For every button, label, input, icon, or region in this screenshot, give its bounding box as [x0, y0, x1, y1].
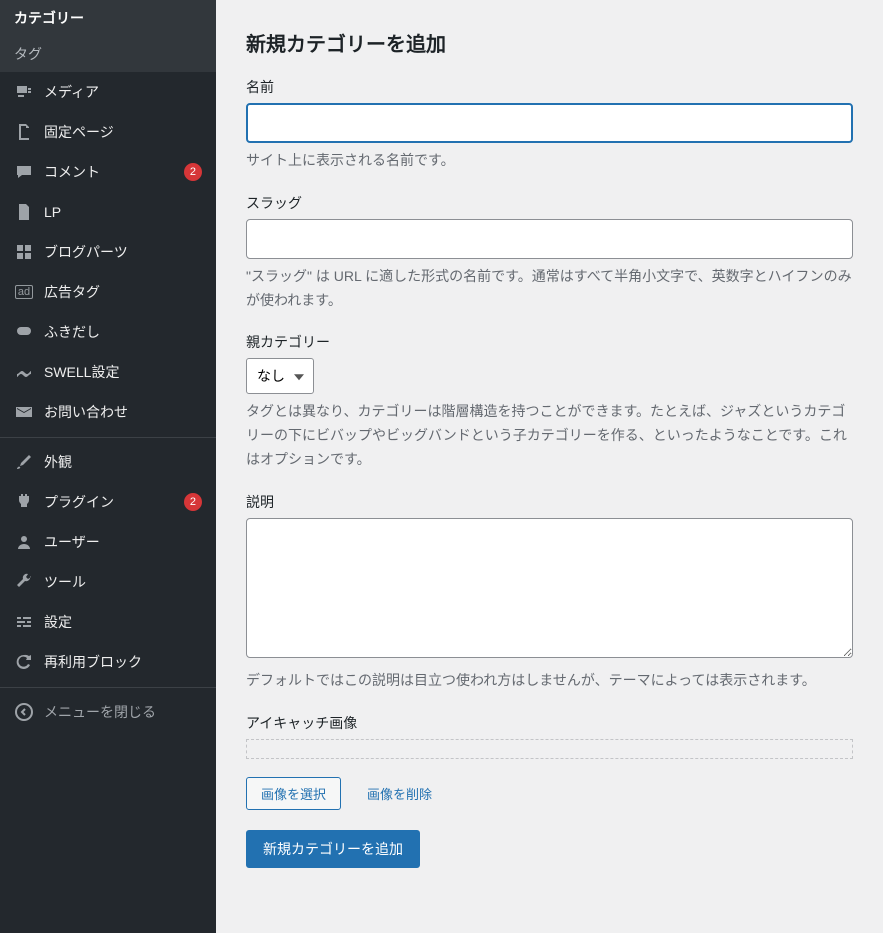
field-parent: 親カテゴリー なし タグとは異なり、カテゴリーは階層構造を持つことができます。た…	[246, 332, 853, 471]
sidebar-subitem-category[interactable]: カテゴリー	[0, 0, 216, 36]
slug-input[interactable]	[246, 219, 853, 259]
field-description: 説明 デフォルトではこの説明は目立つ使われ方はしませんが、テーマによっては表示さ…	[246, 492, 853, 693]
sidebar-item-adtag[interactable]: ad 広告タグ	[0, 272, 216, 312]
sidebar-item-media[interactable]: メディア	[0, 72, 216, 112]
delete-image-button[interactable]: 画像を削除	[357, 778, 442, 809]
comment-icon	[14, 162, 34, 182]
settings-icon	[14, 612, 34, 632]
sidebar-item-settings[interactable]: 設定	[0, 602, 216, 642]
sidebar-item-label: 広告タグ	[44, 282, 202, 302]
sidebar-item-label: プラグイン	[44, 492, 174, 512]
sidebar-item-label: LP	[44, 204, 202, 220]
desc-help: デフォルトではこの説明は目立つ使われ方はしませんが、テーマによっては表示されます…	[246, 669, 853, 693]
sidebar-collapse-label: メニューを閉じる	[44, 702, 202, 722]
sidebar-item-users[interactable]: ユーザー	[0, 522, 216, 562]
field-thumbnail: アイキャッチ画像 画像を選択 画像を削除	[246, 713, 853, 810]
sidebar-item-label: コメント	[44, 162, 174, 182]
name-help: サイト上に表示される名前です。	[246, 149, 853, 173]
thumb-label: アイキャッチ画像	[246, 713, 853, 733]
sidebar-item-label: SWELL設定	[44, 362, 202, 382]
reuse-icon	[14, 652, 34, 672]
select-image-button[interactable]: 画像を選択	[246, 777, 341, 810]
mail-icon	[14, 402, 34, 422]
thumb-dropzone[interactable]	[246, 739, 853, 759]
plugin-icon	[14, 492, 34, 512]
sidebar-item-label: ツール	[44, 572, 202, 592]
name-label: 名前	[246, 77, 853, 97]
ad-icon: ad	[14, 282, 34, 302]
main-content: 新規カテゴリーを追加 名前 サイト上に表示される名前です。 スラッグ "スラッグ…	[216, 0, 883, 933]
sidebar-item-plugins[interactable]: プラグイン 2	[0, 482, 216, 522]
brush-icon	[14, 452, 34, 472]
media-icon	[14, 82, 34, 102]
sidebar-item-pages[interactable]: 固定ページ	[0, 112, 216, 152]
sidebar-submenu: カテゴリー タグ	[0, 0, 216, 72]
field-name: 名前 サイト上に表示される名前です。	[246, 77, 853, 173]
field-slug: スラッグ "スラッグ" は URL に適した形式の名前です。通常はすべて半角小文…	[246, 193, 853, 313]
sidebar-item-swell[interactable]: SWELL設定	[0, 352, 216, 392]
desc-textarea[interactable]	[246, 518, 853, 658]
sidebar-item-label: 固定ページ	[44, 122, 202, 142]
sidebar-item-tools[interactable]: ツール	[0, 562, 216, 602]
slug-label: スラッグ	[246, 193, 853, 213]
bubble-icon	[14, 322, 34, 342]
sidebar-item-label: ふきだし	[44, 322, 202, 342]
user-icon	[14, 532, 34, 552]
sidebar-item-fukidashi[interactable]: ふきだし	[0, 312, 216, 352]
parent-select[interactable]: なし	[246, 358, 314, 394]
page-heading: 新規カテゴリーを追加	[246, 28, 853, 57]
sidebar-item-appearance[interactable]: 外観	[0, 442, 216, 482]
sidebar-subitem-tag[interactable]: タグ	[0, 36, 216, 72]
swell-icon	[14, 362, 34, 382]
sidebar-item-label: メディア	[44, 82, 202, 102]
grid-icon	[14, 242, 34, 262]
sidebar-item-label: 設定	[44, 612, 202, 632]
name-input[interactable]	[246, 103, 853, 143]
collapse-icon	[14, 702, 34, 722]
sidebar-item-lp[interactable]: LP	[0, 192, 216, 232]
sidebar-item-contact[interactable]: お問い合わせ	[0, 392, 216, 432]
admin-sidebar: カテゴリー タグ メディア 固定ページ コメント 2 LP ブログパーツ ad …	[0, 0, 216, 933]
sidebar-item-label: 再利用ブロック	[44, 652, 202, 672]
submit-button[interactable]: 新規カテゴリーを追加	[246, 830, 420, 868]
desc-label: 説明	[246, 492, 853, 512]
sidebar-collapse[interactable]: メニューを閉じる	[0, 692, 216, 732]
file-icon	[14, 202, 34, 222]
sidebar-item-blogparts[interactable]: ブログパーツ	[0, 232, 216, 272]
tools-icon	[14, 572, 34, 592]
parent-label: 親カテゴリー	[246, 332, 853, 352]
sidebar-item-reusable[interactable]: 再利用ブロック	[0, 642, 216, 682]
sidebar-item-label: 外観	[44, 452, 202, 472]
page-icon	[14, 122, 34, 142]
plugin-badge: 2	[184, 493, 202, 511]
slug-help: "スラッグ" は URL に適した形式の名前です。通常はすべて半角小文字で、英数…	[246, 265, 853, 313]
sidebar-item-comments[interactable]: コメント 2	[0, 152, 216, 192]
comment-badge: 2	[184, 163, 202, 181]
sidebar-item-label: ブログパーツ	[44, 242, 202, 262]
parent-help: タグとは異なり、カテゴリーは階層構造を持つことができます。たとえば、ジャズという…	[246, 400, 853, 471]
sidebar-item-label: ユーザー	[44, 532, 202, 552]
sidebar-item-label: お問い合わせ	[44, 402, 202, 422]
